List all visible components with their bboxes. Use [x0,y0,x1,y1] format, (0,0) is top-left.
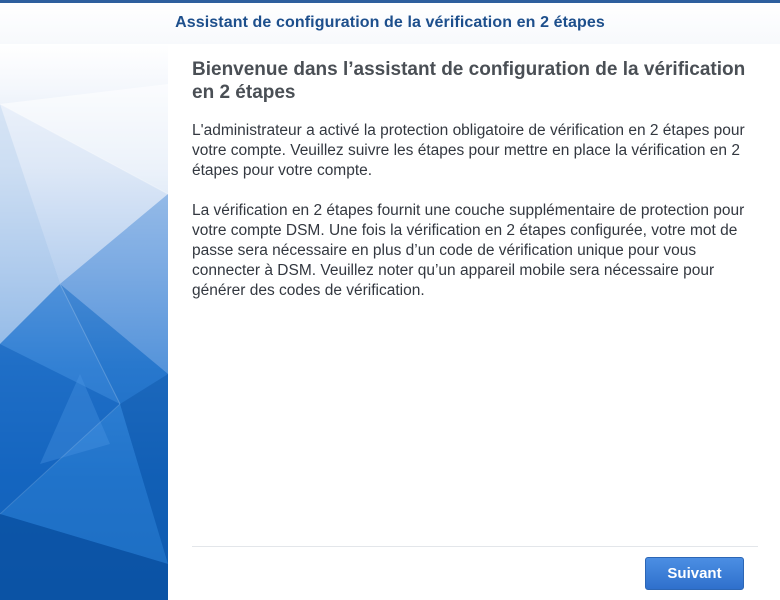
blue-facets-graphic [0,44,168,600]
welcome-heading: Bienvenue dans l’assistant de configurat… [192,59,746,103]
sidebar-illustration [0,44,168,600]
footer-divider [192,546,758,547]
title-bar[interactable]: Assistant de configuration de la vérific… [0,0,780,44]
welcome-content: Bienvenue dans l’assistant de configurat… [192,58,758,301]
description-paragraph: La vérification en 2 étapes fournit une … [192,202,745,299]
window-title: Assistant de configuration de la vérific… [175,14,605,31]
admin-notice-paragraph: L'administrateur a activé la protection … [192,122,745,179]
next-button[interactable]: Suivant [645,557,744,590]
wizard-window: Assistant de configuration de la vérific… [0,0,780,600]
